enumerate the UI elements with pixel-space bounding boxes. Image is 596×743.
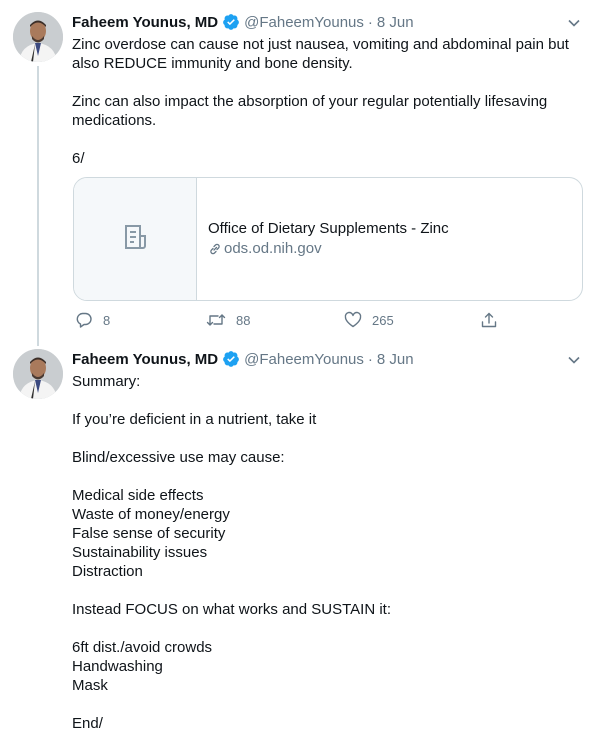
- document-icon: [121, 223, 149, 256]
- author-name[interactable]: Faheem Younus, MD: [72, 351, 218, 368]
- author-name[interactable]: Faheem Younus, MD: [72, 14, 218, 31]
- share-icon: [480, 311, 508, 329]
- link-icon: [208, 242, 222, 256]
- verified-badge-icon: [222, 13, 240, 31]
- link-card[interactable]: Office of Dietary Supplements - Zinc ods…: [73, 177, 583, 301]
- like-count: 265: [372, 312, 394, 328]
- verified-badge-icon: [222, 350, 240, 368]
- like-button[interactable]: 265: [344, 311, 394, 329]
- tweet-date[interactable]: 8 Jun: [377, 14, 414, 31]
- tweet-text: Zinc overdose can cause not just nausea,…: [72, 36, 569, 167]
- tweet-text: Summary: If you’re deficient in a nutrie…: [72, 373, 392, 732]
- card-thumbnail: [74, 178, 197, 300]
- separator-dot: ·: [367, 350, 373, 368]
- reply-button[interactable]: 8: [75, 311, 110, 329]
- card-text: Office of Dietary Supplements - Zinc ods…: [197, 178, 449, 300]
- author-handle[interactable]: @FaheemYounus: [244, 351, 364, 368]
- author-handle[interactable]: @FaheemYounus: [244, 14, 364, 31]
- reply-count: 8: [103, 312, 111, 328]
- share-button[interactable]: [480, 311, 508, 329]
- retweet-button[interactable]: 88: [206, 311, 250, 329]
- tweet-actions: 8 88 265: [72, 311, 512, 331]
- avatar[interactable]: [13, 12, 63, 62]
- chevron-down-icon[interactable]: [567, 353, 581, 367]
- chevron-down-icon[interactable]: [567, 16, 581, 30]
- reply-icon: [75, 311, 103, 329]
- card-domain: ods.od.nih.gov: [208, 239, 449, 259]
- tweet-header: Faheem Younus, MD @FaheemYounus · 8 Jun: [72, 12, 414, 32]
- avatar[interactable]: [13, 349, 63, 399]
- card-title: Office of Dietary Supplements - Zinc: [208, 220, 449, 237]
- like-icon: [344, 311, 372, 329]
- retweet-icon: [206, 311, 236, 329]
- retweet-count: 88: [236, 312, 251, 328]
- tweet-date[interactable]: 8 Jun: [377, 351, 414, 368]
- tweet-1[interactable]: Faheem Younus, MD @FaheemYounus · 8 Jun …: [0, 0, 596, 345]
- separator-dot: ·: [367, 13, 373, 31]
- tweet-2[interactable]: Faheem Younus, MD @FaheemYounus · 8 Jun …: [0, 345, 596, 743]
- card-domain-text: ods.od.nih.gov: [224, 240, 322, 257]
- tweet-header: Faheem Younus, MD @FaheemYounus · 8 Jun: [72, 349, 414, 369]
